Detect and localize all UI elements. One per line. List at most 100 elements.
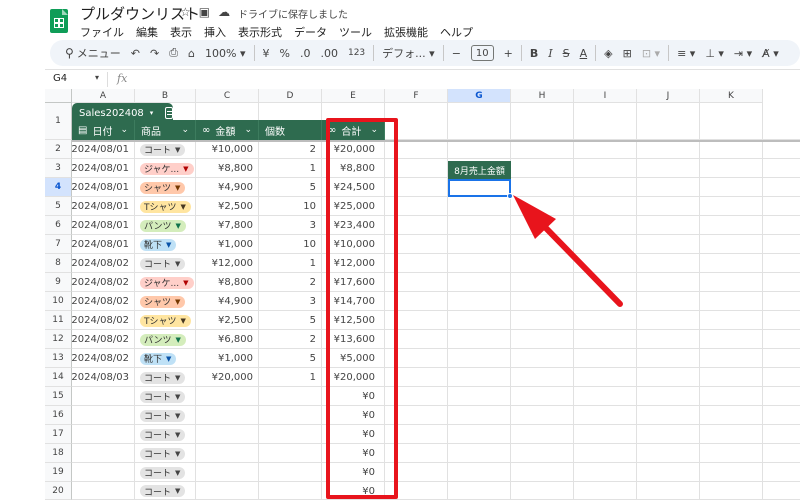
zoom-select[interactable]: 100% ▾ <box>200 42 250 64</box>
dropdown-chip[interactable]: コート ▼ <box>140 143 186 156</box>
amount-cell[interactable]: ¥2,500 <box>196 197 259 216</box>
quantity-cell[interactable]: 10 <box>259 197 322 216</box>
item-cell[interactable]: パンツ ▼ <box>135 216 196 235</box>
date-cell[interactable]: 2024/08/01 <box>71 235 135 254</box>
chevron-down-icon[interactable]: ⌄ <box>120 125 128 135</box>
item-cell[interactable]: コート ▼ <box>135 425 196 444</box>
date-cell[interactable]: 2024/08/01 <box>71 216 135 235</box>
quantity-cell[interactable]: 1 <box>259 368 322 387</box>
dropdown-chip[interactable]: 靴下 ▼ <box>140 238 177 251</box>
item-cell[interactable]: シャツ ▼ <box>135 178 196 197</box>
amount-cell[interactable]: ¥1,000 <box>196 235 259 254</box>
dropdown-chip[interactable]: Tシャツ ▼ <box>140 314 191 327</box>
dropdown-chip[interactable]: コート ▼ <box>140 485 186 498</box>
horizontal-align-icon[interactable]: ≡ ▾ <box>672 42 700 64</box>
font-select[interactable]: デフォ... ▾ <box>377 42 440 64</box>
amount-cell[interactable]: ¥6,800 <box>196 330 259 349</box>
column-header-h[interactable]: H <box>511 89 574 103</box>
quantity-cell[interactable]: 2 <box>259 273 322 292</box>
decrease-decimal-button[interactable]: .0 <box>295 42 316 64</box>
chevron-down-icon[interactable]: ▾ <box>95 73 99 82</box>
date-cell[interactable]: 2024/08/01 <box>71 159 135 178</box>
column-header-b[interactable]: B <box>135 89 196 103</box>
dropdown-chip[interactable]: コート ▼ <box>140 390 186 403</box>
quantity-cell[interactable]: 5 <box>259 178 322 197</box>
date-cell[interactable]: 2024/08/02 <box>71 311 135 330</box>
chevron-down-icon[interactable]: ▾ <box>150 109 154 117</box>
date-cell[interactable]: 2024/08/02 <box>71 292 135 311</box>
column-header-e[interactable]: E <box>322 89 385 103</box>
item-cell[interactable]: コート ▼ <box>135 254 196 273</box>
august-sales-label[interactable]: 8月売上金額 <box>448 161 511 179</box>
quantity-cell[interactable]: 5 <box>259 311 322 330</box>
menu-item[interactable]: 表示形式 <box>238 24 282 40</box>
text-rotation-icon[interactable]: A̸ ▾ <box>757 42 784 64</box>
row-header-7[interactable]: 7 <box>45 235 72 254</box>
dropdown-chip[interactable]: パンツ ▼ <box>140 219 186 232</box>
vertical-align-icon[interactable]: ⊥ ▾ <box>700 42 729 64</box>
font-size-increase-button[interactable]: + <box>499 42 518 64</box>
row-header-12[interactable]: 12 <box>45 330 72 349</box>
dropdown-chip[interactable]: シャツ ▼ <box>140 295 186 308</box>
item-cell[interactable]: ジャケ... ▼ <box>135 273 196 292</box>
selected-cell-g4[interactable] <box>448 179 511 197</box>
row-header-1[interactable]: 1 <box>45 103 72 140</box>
table-header-3[interactable]: ∞ 金額 ⌄ <box>196 120 259 140</box>
amount-cell[interactable]: ¥4,900 <box>196 292 259 311</box>
row-header-6[interactable]: 6 <box>45 216 72 235</box>
currency-button[interactable]: ¥ <box>258 42 275 64</box>
search-menu-button[interactable]: ⚲ メニュー <box>60 42 126 64</box>
italic-button[interactable]: I <box>543 42 557 64</box>
menu-item[interactable]: ファイル <box>80 24 124 40</box>
amount-cell[interactable]: ¥8,800 <box>196 159 259 178</box>
percent-button[interactable]: % <box>275 42 295 64</box>
quantity-cell[interactable]: 5 <box>259 349 322 368</box>
text-color-button[interactable]: A <box>575 42 593 64</box>
dropdown-chip[interactable]: Tシャツ ▼ <box>140 200 191 213</box>
select-all-corner[interactable] <box>45 89 72 103</box>
sheets-logo-icon[interactable] <box>50 9 68 33</box>
row-header-14[interactable]: 14 <box>45 368 72 387</box>
bold-button[interactable]: B <box>525 42 543 64</box>
row-header-11[interactable]: 11 <box>45 311 72 330</box>
item-cell[interactable]: コート ▼ <box>135 444 196 463</box>
text-wrap-icon[interactable]: ⇥ ▾ <box>729 42 757 64</box>
row-header-20[interactable]: 20 <box>45 482 72 500</box>
dropdown-chip[interactable]: コート ▼ <box>140 428 186 441</box>
date-cell[interactable]: 2024/08/01 <box>71 197 135 216</box>
dropdown-chip[interactable]: ジャケ... ▼ <box>140 276 194 289</box>
table-header-1[interactable]: ▤ 日付 ⌄ <box>72 120 135 140</box>
row-header-18[interactable]: 18 <box>45 444 72 463</box>
strikethrough-button[interactable]: S <box>558 42 575 64</box>
number-format-button[interactable]: 123 <box>343 42 370 64</box>
fill-handle[interactable] <box>507 193 513 199</box>
amount-cell[interactable]: ¥2,500 <box>196 311 259 330</box>
amount-cell[interactable]: ¥20,000 <box>196 368 259 387</box>
column-header-c[interactable]: C <box>196 89 259 103</box>
dropdown-chip[interactable]: コート ▼ <box>140 371 186 384</box>
quantity-cell[interactable]: 1 <box>259 159 322 178</box>
row-header-5[interactable]: 5 <box>45 197 72 216</box>
amount-cell[interactable]: ¥10,000 <box>196 140 259 159</box>
quantity-cell[interactable]: 1 <box>259 254 322 273</box>
merge-cells-icon[interactable]: ⊡ ▾ <box>637 42 665 64</box>
date-cell[interactable]: 2024/08/02 <box>71 330 135 349</box>
item-cell[interactable]: ジャケ... ▼ <box>135 159 196 178</box>
item-cell[interactable]: コート ▼ <box>135 387 196 406</box>
column-header-d[interactable]: D <box>259 89 322 103</box>
row-header-2[interactable]: 2 <box>45 140 72 159</box>
table-header-4[interactable]: 個数 <box>259 120 322 140</box>
dropdown-chip[interactable]: コート ▼ <box>140 447 186 460</box>
amount-cell[interactable]: ¥1,000 <box>196 349 259 368</box>
column-header-i[interactable]: I <box>574 89 637 103</box>
column-header-a[interactable]: A <box>72 89 135 103</box>
row-header-16[interactable]: 16 <box>45 406 72 425</box>
item-cell[interactable]: 靴下 ▼ <box>135 349 196 368</box>
star-icon[interactable]: ☆ <box>180 5 191 19</box>
row-header-9[interactable]: 9 <box>45 273 72 292</box>
row-header-10[interactable]: 10 <box>45 292 72 311</box>
item-cell[interactable]: シャツ ▼ <box>135 292 196 311</box>
menu-item[interactable]: ヘルプ <box>440 24 473 40</box>
column-header-f[interactable]: F <box>385 89 448 103</box>
row-header-13[interactable]: 13 <box>45 349 72 368</box>
